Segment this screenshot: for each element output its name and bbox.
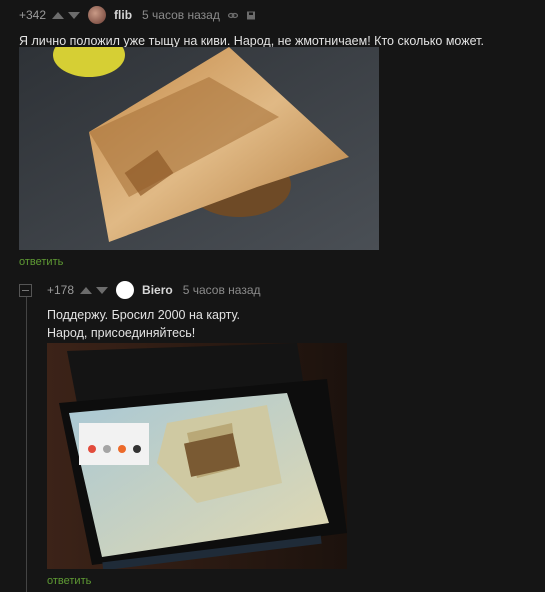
reply-link[interactable]: ответить <box>19 256 63 268</box>
comment-header: +342 flib 5 часов назад <box>19 6 534 24</box>
laptop-map-photo[interactable] <box>47 343 347 569</box>
link-icon[interactable] <box>227 11 238 20</box>
comment-rating: +178 <box>47 283 75 297</box>
avatar[interactable] <box>88 6 107 24</box>
comment-rating: +342 <box>19 8 47 22</box>
downvote-arrow-icon[interactable] <box>96 286 109 294</box>
downvote-arrow-icon[interactable] <box>68 11 81 19</box>
author-name[interactable]: flib <box>114 8 132 22</box>
thread-line <box>26 297 27 592</box>
comment-text-line-1: Поддержу. Бросил 2000 на карту. <box>47 308 241 322</box>
comment-time[interactable]: 5 часов назад <box>142 8 220 22</box>
comment-text-line-2: Народ, присоединяйтесь! <box>47 326 196 340</box>
comment-time[interactable]: 5 часов назад <box>183 283 261 297</box>
comment-header: +178 Biero 5 часов назад <box>47 281 527 299</box>
save-icon[interactable] <box>246 11 256 20</box>
author-name[interactable]: Biero <box>142 283 173 297</box>
avatar[interactable] <box>116 281 135 299</box>
comment-flib: +342 flib 5 часов назад Я лично положил … <box>19 6 534 50</box>
collapse-thread-button[interactable] <box>19 284 32 297</box>
upvote-arrow-icon[interactable] <box>80 286 93 294</box>
kiwi-banknote-photo[interactable] <box>19 47 379 250</box>
upvote-arrow-icon[interactable] <box>52 11 65 19</box>
reply-link[interactable]: ответить <box>47 575 91 587</box>
comment-biero: +178 Biero 5 часов назад Поддержу. Броси… <box>47 281 527 342</box>
